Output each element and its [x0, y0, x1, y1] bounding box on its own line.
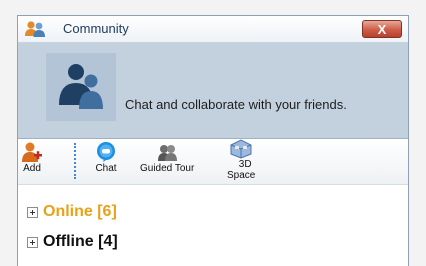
3d-space-label-line2: Space: [227, 170, 256, 181]
expand-plus-icon[interactable]: [27, 236, 38, 248]
close-icon: X: [377, 21, 387, 37]
3d-space-icon: [228, 139, 254, 159]
title-bar[interactable]: Community X: [18, 16, 408, 43]
toolbar-separator: [74, 143, 76, 179]
window-title: Community: [63, 21, 129, 36]
community-users-icon: [24, 20, 46, 38]
group-online[interactable]: Online [6]: [27, 203, 117, 221]
guided-tour-button[interactable]: Guided Tour: [140, 141, 194, 174]
welcome-banner: Chat and collaborate with your friends.: [18, 43, 408, 139]
chat-icon: [95, 141, 117, 163]
group-offline-label: Offline [4]: [43, 233, 118, 250]
add-button-label: Add: [23, 163, 41, 174]
community-banner-icon: [46, 53, 116, 121]
banner-message: Chat and collaborate with your friends.: [125, 97, 347, 112]
guided-tour-icon: [156, 141, 178, 163]
toolbar: Add Chat Guided Tour 3D Space: [18, 139, 408, 185]
add-user-icon: [21, 141, 43, 163]
close-button[interactable]: X: [362, 20, 402, 38]
chat-button-label: Chat: [95, 163, 117, 174]
group-online-label: Online [6]: [43, 203, 117, 220]
add-button[interactable]: Add: [21, 141, 43, 174]
guided-tour-button-label: Guided Tour: [140, 163, 195, 174]
group-offline[interactable]: Offline [4]: [27, 233, 118, 251]
expand-plus-icon[interactable]: [27, 206, 38, 218]
3d-space-button[interactable]: 3D Space: [227, 139, 255, 181]
community-window: Community X Chat and collaborate with yo…: [17, 15, 409, 266]
chat-button[interactable]: Chat: [95, 141, 117, 174]
3d-space-label-line1: 3D: [238, 159, 252, 170]
